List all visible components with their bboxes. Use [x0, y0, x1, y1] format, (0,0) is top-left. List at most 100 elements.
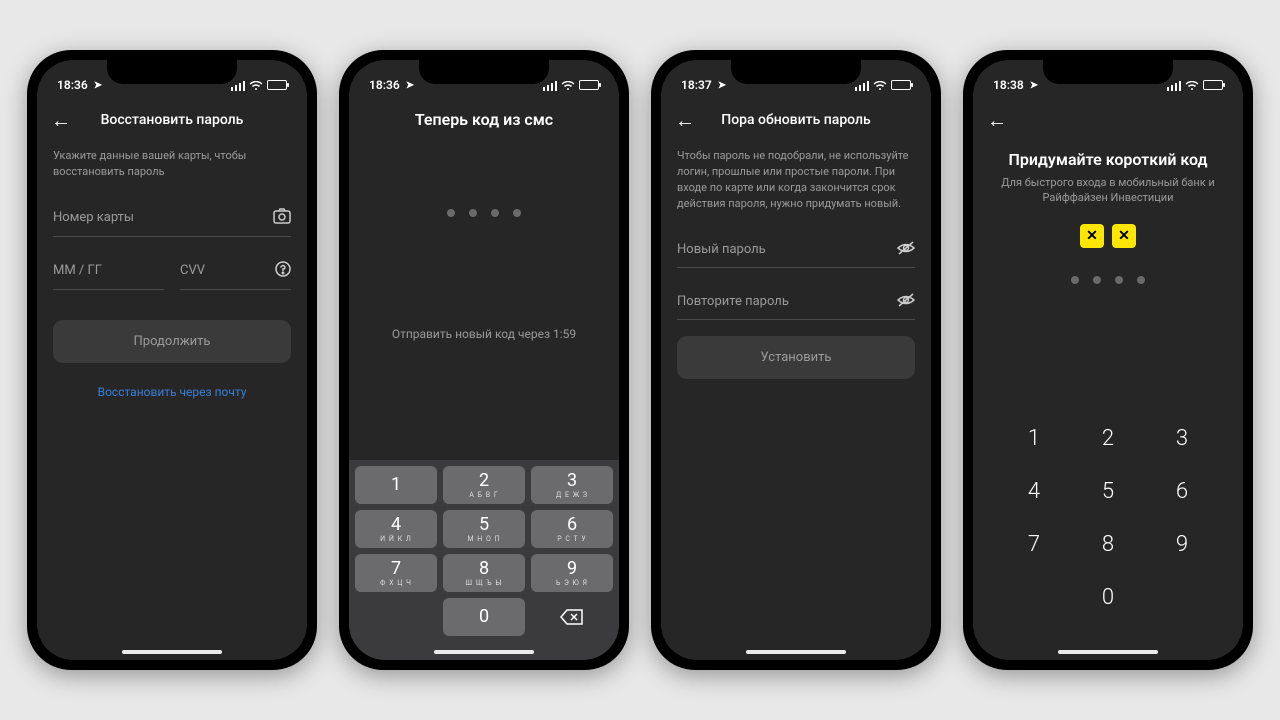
location-icon: ➤	[1030, 80, 1038, 91]
signal-icon	[231, 78, 245, 92]
code-dot	[491, 209, 499, 217]
wifi-icon	[873, 78, 887, 92]
code-dot	[513, 209, 521, 217]
eye-off-icon[interactable]	[897, 292, 915, 311]
home-indicator[interactable]	[746, 650, 846, 654]
repeat-password-field[interactable]: Повторите пароль	[677, 282, 915, 320]
screen-create-pin: 18:38 ➤ ← Придумайте короткий код Для бы…	[973, 60, 1243, 660]
app-badges: ✕ ✕	[995, 224, 1221, 248]
screen-update-password: 18:37 ➤ ← Пора обновить пароль Чтобы пар…	[661, 60, 931, 660]
home-indicator[interactable]	[122, 650, 222, 654]
key-5[interactable]: 5М Н О П	[443, 510, 525, 548]
key-0[interactable]: 0	[1071, 585, 1145, 610]
pin-dot	[1137, 276, 1145, 284]
signal-icon	[1167, 78, 1181, 92]
notch	[419, 60, 549, 84]
key-7[interactable]: 7Ф Х Ц Ч	[355, 554, 437, 592]
key-9[interactable]: 9	[1145, 532, 1219, 557]
key-3[interactable]: 3Д Е Ж З	[531, 466, 613, 504]
location-icon: ➤	[406, 80, 414, 91]
home-indicator[interactable]	[434, 650, 534, 654]
pin-title: Придумайте короткий код	[995, 150, 1221, 169]
phone-4: 18:38 ➤ ← Придумайте короткий код Для бы…	[963, 50, 1253, 670]
key-4[interactable]: 4И Й К Л	[355, 510, 437, 548]
location-icon: ➤	[718, 80, 726, 91]
battery-icon	[579, 80, 599, 90]
battery-icon	[267, 80, 287, 90]
key-2[interactable]: 2А Б В Г	[443, 466, 525, 504]
cvv-field[interactable]: CVV	[180, 251, 291, 290]
expiry-field[interactable]: ММ / ГГ	[53, 251, 164, 290]
key-1[interactable]: 1	[355, 466, 437, 504]
cvv-placeholder: CVV	[180, 263, 205, 278]
new-password-placeholder: Новый пароль	[677, 242, 766, 257]
expiry-placeholder: ММ / ГГ	[53, 263, 102, 278]
notch	[107, 60, 237, 84]
pin-dot	[1115, 276, 1123, 284]
key-3[interactable]: 3	[1145, 426, 1219, 451]
key-8[interactable]: 8	[1071, 532, 1145, 557]
phone-2: 18:36 ➤ Теперь код из смс Отправить новы…	[339, 50, 629, 670]
code-dots	[365, 209, 603, 217]
wifi-icon	[561, 78, 575, 92]
page-title: Восстановить пароль	[37, 112, 307, 128]
wifi-icon	[1185, 78, 1199, 92]
card-number-placeholder: Номер карты	[53, 210, 134, 225]
key-empty	[355, 598, 437, 636]
status-time: 18:36	[369, 78, 400, 92]
back-button[interactable]: ←	[987, 108, 1007, 133]
key-0[interactable]: 0	[443, 598, 525, 636]
key-6[interactable]: 6	[1145, 479, 1219, 504]
page-title: Пора обновить пароль	[661, 112, 931, 128]
key-2[interactable]: 2	[1071, 426, 1145, 451]
hint-text: Чтобы пароль не подобрали, не используйт…	[677, 148, 915, 212]
code-dot	[469, 209, 477, 217]
key-6[interactable]: 6Р С Т У	[531, 510, 613, 548]
status-time: 18:37	[681, 78, 712, 92]
new-password-field[interactable]: Новый пароль	[677, 230, 915, 268]
nav-bar: ←	[973, 100, 1243, 140]
notch	[1043, 60, 1173, 84]
status-time: 18:36	[57, 78, 88, 92]
key-5[interactable]: 5	[1071, 479, 1145, 504]
repeat-password-placeholder: Повторите пароль	[677, 294, 789, 309]
pin-subtitle: Для быстрого входа в мобильный банк и Ра…	[995, 175, 1221, 206]
continue-button[interactable]: Продолжить	[53, 320, 291, 363]
screen-restore-card: 18:36 ➤ ← Восстановить пароль Укажите да…	[37, 60, 307, 660]
signal-icon	[543, 78, 557, 92]
key-7[interactable]: 7	[997, 532, 1071, 557]
set-password-button[interactable]: Установить	[677, 336, 915, 379]
key-empty	[997, 585, 1071, 610]
battery-icon	[1203, 80, 1223, 90]
notch	[731, 60, 861, 84]
nav-bar: ← Восстановить пароль	[37, 100, 307, 140]
signal-icon	[855, 78, 869, 92]
key-empty	[1145, 585, 1219, 610]
status-time: 18:38	[993, 78, 1024, 92]
hint-text: Укажите данные вашей карты, чтобы восста…	[53, 148, 291, 180]
card-number-field[interactable]: Номер карты	[53, 198, 291, 237]
key-4[interactable]: 4	[997, 479, 1071, 504]
battery-icon	[891, 80, 911, 90]
backspace-key[interactable]	[531, 598, 613, 636]
resend-label: Отправить новый код через 1:59	[365, 327, 603, 341]
wifi-icon	[249, 78, 263, 92]
restore-via-email-link[interactable]: Восстановить через почту	[53, 385, 291, 399]
pin-keypad: 1 2 3 4 5 6 7 8 9 0	[973, 406, 1243, 660]
home-indicator[interactable]	[1058, 650, 1158, 654]
camera-icon[interactable]	[273, 208, 291, 228]
pin-dot	[1071, 276, 1079, 284]
pin-dot	[1093, 276, 1101, 284]
help-icon[interactable]	[275, 261, 291, 281]
nav-bar: ← Пора обновить пароль	[661, 100, 931, 140]
numeric-keypad: 1 2А Б В Г 3Д Е Ж З 4И Й К Л 5М Н О П 6Р…	[349, 460, 619, 660]
app-badge-bank: ✕	[1080, 224, 1104, 248]
key-1[interactable]: 1	[997, 426, 1071, 451]
eye-off-icon[interactable]	[897, 240, 915, 259]
key-9[interactable]: 9Ь Э Ю Я	[531, 554, 613, 592]
key-8[interactable]: 8Ш Щ Ъ Ы	[443, 554, 525, 592]
phone-3: 18:37 ➤ ← Пора обновить пароль Чтобы пар…	[651, 50, 941, 670]
sms-title: Теперь код из смс	[365, 110, 603, 129]
location-icon: ➤	[94, 80, 102, 91]
pin-dots	[995, 276, 1221, 284]
